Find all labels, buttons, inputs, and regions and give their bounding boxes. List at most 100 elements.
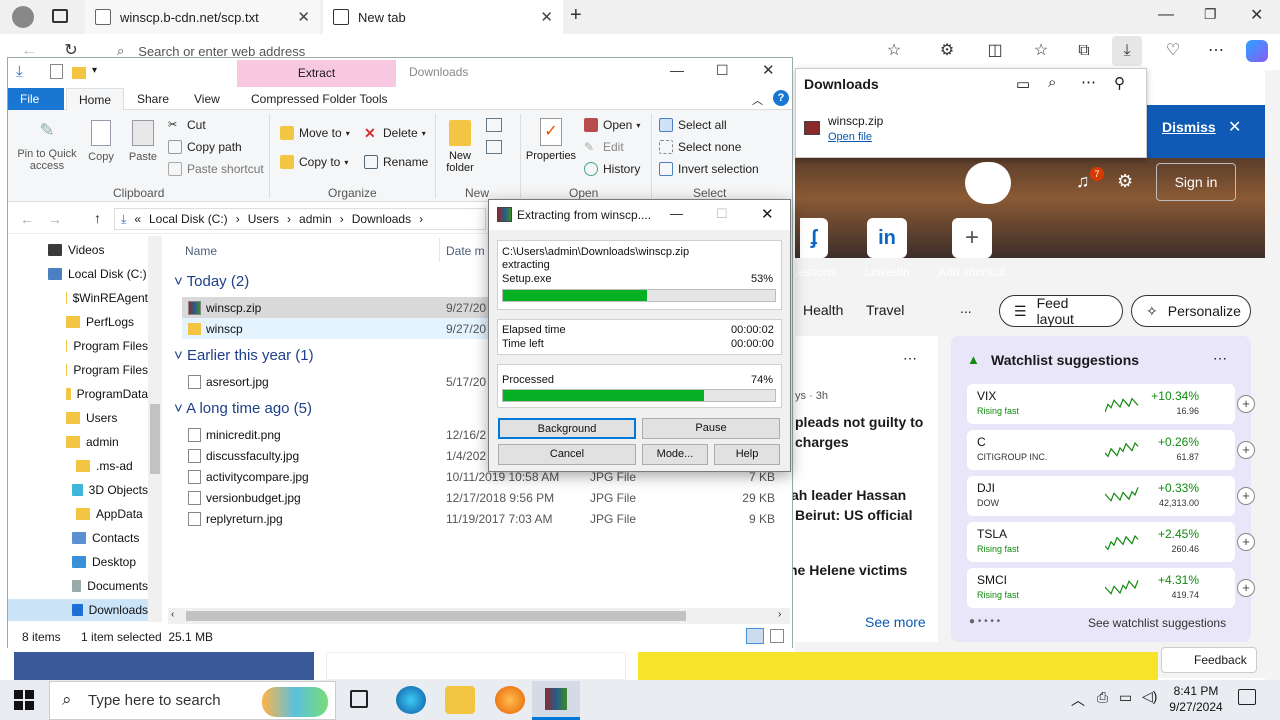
watchlist-row[interactable]: TSLA Rising fast +2.45% 260.46 +: [967, 522, 1255, 562]
history-button[interactable]: History: [584, 162, 640, 176]
see-more-link[interactable]: See more: [865, 614, 926, 630]
add-to-watchlist-icon[interactable]: +: [1237, 487, 1255, 505]
copy-to-button[interactable]: Copy to ▾: [280, 155, 348, 169]
category-health[interactable]: Health: [803, 302, 843, 318]
scroll-right-icon[interactable]: ›: [778, 609, 781, 620]
nav-item[interactable]: ProgramData: [66, 383, 148, 405]
close-button[interactable]: ✕: [761, 205, 774, 223]
move-to-button[interactable]: Move to ▾: [280, 126, 350, 140]
new-folder-button[interactable]: New folder: [442, 120, 478, 174]
close-button[interactable]: ✕: [762, 61, 775, 79]
category-more[interactable]: ...: [960, 300, 972, 316]
nav-item[interactable]: AppData: [76, 503, 148, 525]
background-button[interactable]: Background: [498, 418, 636, 439]
settings-gear-icon[interactable]: ⚙: [1117, 171, 1133, 192]
add-to-watchlist-icon[interactable]: +: [1237, 533, 1255, 551]
more-options-icon[interactable]: ⋯: [1081, 73, 1096, 91]
breadcrumb-item[interactable]: Users: [248, 212, 279, 226]
dismiss-link[interactable]: Dismiss: [1162, 119, 1216, 135]
more-options-icon[interactable]: ⋯: [1213, 350, 1227, 367]
up-icon[interactable]: ↑: [94, 210, 101, 226]
tab-actions-icon[interactable]: [52, 9, 68, 23]
forward-icon[interactable]: →: [48, 211, 62, 227]
nav-item[interactable]: Documents: [72, 575, 148, 597]
taskbar-search[interactable]: ⌕ Type here to search: [49, 681, 336, 720]
copy-path-button[interactable]: Copy path: [168, 140, 242, 154]
news-thumbnail[interactable]: [326, 652, 626, 680]
nav-scroll-thumb[interactable]: [150, 404, 160, 474]
file-explorer-taskbar-icon[interactable]: [445, 686, 475, 714]
nav-item[interactable]: .ms-ad: [76, 455, 148, 477]
extract-dialog-titlebar[interactable]: Extracting from winscp.... — ☐ ✕: [489, 200, 790, 230]
category-travel[interactable]: Travel: [866, 302, 904, 318]
close-icon[interactable]: ✕: [1228, 117, 1241, 137]
task-view-icon[interactable]: [350, 690, 368, 708]
network-icon[interactable]: ▭: [1119, 689, 1132, 706]
select-all-button[interactable]: Select all: [659, 118, 727, 132]
column-header-name[interactable]: Name: [185, 244, 217, 258]
select-none-button[interactable]: Select none: [659, 140, 741, 154]
open-button[interactable]: Open ▾: [584, 118, 640, 132]
add-to-watchlist-icon[interactable]: +: [1237, 441, 1255, 459]
personalize-button[interactable]: ✧ Personalize: [1131, 295, 1251, 327]
properties-button[interactable]: ✓ Properties: [524, 118, 578, 162]
horizontal-scrollbar[interactable]: ‹ ›: [168, 608, 790, 624]
large-icons-view-icon[interactable]: [770, 629, 784, 643]
help-button[interactable]: Help: [714, 444, 780, 465]
winrar-taskbar-button[interactable]: [532, 681, 580, 720]
nav-item[interactable]: 3D Objects: [72, 479, 148, 501]
nav-item[interactable]: $WinREAgent: [66, 287, 148, 309]
easy-access-icon[interactable]: [486, 140, 502, 154]
show-hidden-icons[interactable]: ︿: [1071, 690, 1085, 710]
watchlist-row[interactable]: VIX Rising fast +10.34% 16.96 +: [967, 384, 1255, 424]
column-divider[interactable]: [439, 238, 440, 262]
watchlist-row[interactable]: DJI DOW +0.33% 42,313.00 +: [967, 476, 1255, 516]
pause-button[interactable]: Pause: [642, 418, 780, 439]
notifications-bell-icon[interactable]: ♫: [1076, 171, 1090, 192]
open-file-link[interactable]: Open file: [828, 131, 872, 143]
tab-new-tab[interactable]: New tab ✕: [323, 0, 563, 34]
vertical-scrollbar[interactable]: [1265, 70, 1280, 680]
file-row[interactable]: versionbudget.jpg 12/17/2018 9:56 PM JPG F…: [182, 487, 787, 508]
group-today[interactable]: ˅ Today (2): [174, 273, 249, 290]
usb-icon[interactable]: ⎙: [1097, 689, 1108, 706]
pin-icon[interactable]: ⚲: [1114, 74, 1125, 92]
minimize-button[interactable]: —: [670, 62, 684, 78]
details-view-icon[interactable]: [746, 628, 764, 644]
extract-context-tab[interactable]: Extract: [237, 60, 396, 87]
shortcut-linkedin[interactable]: in LinkedIn: [847, 218, 927, 279]
properties-icon[interactable]: [50, 64, 63, 79]
firefox-taskbar-icon[interactable]: [495, 686, 525, 714]
tab-view[interactable]: View: [182, 88, 232, 110]
paste-button[interactable]: Paste: [126, 120, 160, 163]
maximize-button[interactable]: ☐: [716, 62, 729, 79]
column-header-date[interactable]: Date m: [446, 244, 485, 258]
nav-item[interactable]: Program Files: [66, 335, 148, 357]
see-watchlist-link[interactable]: See watchlist suggestions: [1088, 616, 1226, 630]
breadcrumb-item[interactable]: Local Disk (C:): [149, 212, 228, 226]
nav-item[interactable]: Local Disk (C:): [48, 263, 148, 285]
nav-item[interactable]: Users: [66, 407, 148, 429]
add-to-watchlist-icon[interactable]: +: [1237, 395, 1255, 413]
nav-item[interactable]: Contacts: [72, 527, 148, 549]
volume-icon[interactable]: ◁): [1142, 688, 1157, 705]
new-item-icon[interactable]: [486, 118, 502, 132]
restore-browser-button[interactable]: ❐: [1204, 6, 1217, 23]
news-thumbnail[interactable]: [14, 652, 314, 680]
breadcrumb[interactable]: ⤓ « Local Disk (C:) › Users › admin › Do…: [114, 208, 486, 230]
customize-qat-icon[interactable]: ▾: [92, 65, 97, 76]
h-scroll-thumb[interactable]: [186, 611, 686, 621]
tab-file[interactable]: File: [8, 88, 64, 110]
split-screen-icon[interactable]: ◫: [984, 40, 1006, 62]
nav-item[interactable]: admin: [66, 431, 148, 453]
collections-icon[interactable]: ⧉: [1073, 40, 1095, 62]
watchlist-row[interactable]: C CITIGROUP INC. +0.26% 61.87 +: [967, 430, 1255, 470]
performance-icon[interactable]: ♡: [1162, 40, 1184, 62]
start-button[interactable]: [14, 690, 34, 710]
mode-button[interactable]: Mode...: [642, 444, 708, 465]
minimize-browser-button[interactable]: —: [1158, 6, 1174, 24]
back-icon[interactable]: ←: [20, 211, 34, 227]
delete-button[interactable]: ✕ Delete ▾: [364, 126, 426, 140]
close-tab-icon[interactable]: ✕: [297, 8, 310, 26]
taskbar-clock[interactable]: 8:41 PM 9/27/2024: [1165, 683, 1227, 715]
